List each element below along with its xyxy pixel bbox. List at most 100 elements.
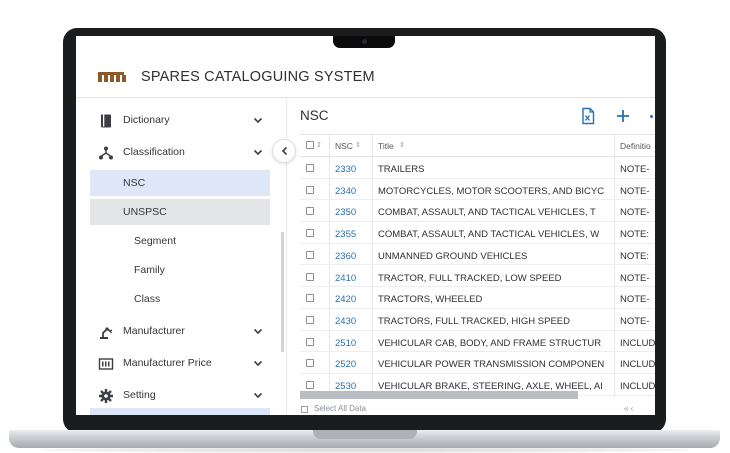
row-checkbox[interactable] xyxy=(306,229,314,238)
app-window: SPARES CATALOGUING SYSTEM Dictionary Cla… xyxy=(76,36,655,415)
row-checkbox[interactable] xyxy=(306,164,314,172)
table-row[interactable]: 2360 UNMANNED GROUND VEHICLES NOTE: xyxy=(300,244,655,266)
chevron-left-icon xyxy=(281,146,288,156)
sidebar-item-dictionary[interactable]: Dictionary xyxy=(90,108,270,134)
nsc-definition: NOTE- xyxy=(620,294,650,306)
nsc-title: COMBAT, ASSAULT, AND TACTICAL VEHICLES, … xyxy=(378,207,596,219)
chevron-down-icon xyxy=(253,328,263,335)
more-options-icon[interactable] xyxy=(650,115,653,118)
row-checkbox[interactable] xyxy=(306,272,314,281)
chevron-down-icon xyxy=(253,360,263,367)
sort-icon[interactable]: ⇕ xyxy=(399,141,405,149)
table-row[interactable]: 2520 VEHICULAR POWER TRANSMISSION COMPONE… xyxy=(300,352,655,374)
nsc-title: VEHICULAR CAB, BODY, AND FRAME STRUCTUR xyxy=(378,337,602,349)
nsc-code-link[interactable]: 2340 xyxy=(335,186,356,197)
nsc-title: TRAILERS xyxy=(378,164,425,175)
nsc-code-link[interactable]: 2520 xyxy=(335,359,356,370)
nsc-definition: INCLUD xyxy=(620,337,655,349)
nsc-title: COMBAT, ASSAULT, AND TACTICAL VEHICLES, … xyxy=(378,229,600,241)
row-checkbox[interactable] xyxy=(306,337,314,346)
nsc-definition: NOTE: xyxy=(620,250,650,262)
nsc-code-link[interactable]: 2420 xyxy=(335,294,356,305)
nsc-code-link[interactable]: 2330 xyxy=(335,164,356,175)
row-checkbox[interactable] xyxy=(306,207,314,216)
nsc-title: TRACTORS, WHEELED xyxy=(378,294,483,306)
sidebar-item-manufacturer[interactable]: Manufacturer xyxy=(90,319,270,345)
laptop-base-notch xyxy=(313,430,417,439)
app-title: SPARES CATALOGUING SYSTEM xyxy=(141,69,375,85)
sidebar-item-label: Classification xyxy=(123,146,185,158)
nsc-definition: NOTE: xyxy=(620,229,650,241)
row-checkbox[interactable] xyxy=(306,381,314,389)
brand-logo xyxy=(98,72,126,82)
table-row[interactable]: 2355 COMBAT, ASSAULT, AND TACTICAL VEHICL… xyxy=(300,222,655,244)
row-checkbox[interactable] xyxy=(306,250,314,259)
horizontal-scrollbar[interactable] xyxy=(300,391,578,399)
row-checkbox[interactable] xyxy=(306,315,314,324)
sidebar-subitem-nsc[interactable]: NSC xyxy=(90,170,270,196)
chevron-down-icon xyxy=(253,392,263,399)
chevron-down-icon xyxy=(253,149,263,156)
nsc-title: UNMANNED GROUND VEHICLES xyxy=(378,250,528,262)
table-row[interactable]: 2420 TRACTORS, WHEELED NOTE- xyxy=(300,287,655,309)
table-row[interactable]: 2410 TRACTOR, FULL TRACKED, LOW SPEED NOTE… xyxy=(300,266,655,288)
nsc-definition: NOTE- xyxy=(620,272,650,284)
nsc-definition: NOTE- xyxy=(620,315,650,327)
table-row[interactable]: 2330 TRAILERS NOTE- xyxy=(300,157,655,179)
nsc-title: MOTORCYCLES, MOTOR SCOOTERS, AND BICYC xyxy=(378,185,605,197)
select-all-checkbox[interactable] xyxy=(306,141,314,149)
nsc-definition: INCLUD xyxy=(620,359,655,371)
table-row[interactable]: 2340 MOTORCYCLES, MOTOR SCOOTERS, AND BIC… xyxy=(300,179,655,201)
nsc-code-link[interactable]: 2350 xyxy=(335,207,356,218)
nsc-title: VEHICULAR POWER TRANSMISSION COMPONEN xyxy=(378,359,605,371)
nsc-definition: NOTE- xyxy=(620,185,650,197)
excel-export-icon[interactable] xyxy=(579,107,597,125)
price-table-icon xyxy=(98,358,114,370)
sidebar-subitem-unspsc[interactable]: UNSPSC xyxy=(90,199,270,225)
nsc-code-link[interactable]: 2430 xyxy=(335,316,356,327)
sidebar-scrollbar[interactable] xyxy=(281,232,284,352)
sidebar-subitem-label: NSC xyxy=(123,177,146,189)
sort-icon[interactable]: ⇕ xyxy=(316,141,322,149)
nsc-code-link[interactable]: 2510 xyxy=(335,338,356,349)
sidebar-item-setting[interactable]: Setting xyxy=(90,383,270,409)
nsc-definition: NOTE- xyxy=(620,164,650,175)
sidebar-item-manufacturer-price[interactable]: Manufacturer Price xyxy=(90,351,270,377)
column-header-title[interactable]: Title xyxy=(378,141,394,151)
row-checkbox[interactable] xyxy=(306,359,314,368)
nsc-definition: NOTE- xyxy=(620,207,650,219)
sort-icon[interactable]: ⇕ xyxy=(355,141,361,149)
app-header: SPARES CATALOGUING SYSTEM xyxy=(76,56,655,98)
sidebar-subitem-label: UNSPSC xyxy=(123,206,167,218)
column-header-nsc[interactable]: NSC xyxy=(335,141,353,151)
nsc-title: TRACTORS, FULL TRACKED, HIGH SPEED xyxy=(378,315,570,327)
robot-arm-icon xyxy=(100,327,113,339)
plus-icon[interactable] xyxy=(614,107,632,125)
sidebar-leaf-segment[interactable]: Segment xyxy=(134,235,176,247)
collapse-sidebar-button[interactable] xyxy=(272,139,296,163)
select-all-data-checkbox[interactable] xyxy=(301,406,308,413)
sidebar-leaf-family[interactable]: Family xyxy=(134,264,165,276)
nsc-code-link[interactable]: 2360 xyxy=(335,251,356,262)
table-row[interactable]: 2350 COMBAT, ASSAULT, AND TACTICAL VEHICL… xyxy=(300,200,655,223)
nsc-table: ⇕ NSC ⇕ Title ⇕ Definitio 2330 TRAILERS NO… xyxy=(300,134,655,397)
table-row[interactable]: 2430 TRACTORS, FULL TRACKED, HIGH SPEED NO… xyxy=(300,309,655,331)
camera-icon xyxy=(362,39,367,44)
nsc-code-link[interactable]: 2355 xyxy=(335,229,356,240)
sidebar-bottom-highlight xyxy=(90,408,270,415)
table-row[interactable]: 2510 VEHICULAR CAB, BODY, AND FRAME STRUC… xyxy=(300,331,655,353)
book-icon xyxy=(101,114,111,128)
pagination-arrows[interactable]: « ‹ xyxy=(624,404,633,413)
sidebar-item-label: Manufacturer xyxy=(123,325,185,337)
sidebar-item-classification[interactable]: Classification xyxy=(90,140,270,166)
page-title: NSC xyxy=(300,108,329,123)
nsc-title: TRACTOR, FULL TRACKED, LOW SPEED xyxy=(378,272,562,284)
column-header-definition[interactable]: Definitio xyxy=(620,141,651,151)
row-checkbox[interactable] xyxy=(306,185,314,194)
nsc-code-link[interactable]: 2410 xyxy=(335,273,356,284)
sidebar-item-label: Dictionary xyxy=(123,114,170,126)
nsc-definition: INCLUD xyxy=(620,381,655,392)
sidebar-leaf-class[interactable]: Class xyxy=(134,293,160,305)
hierarchy-icon xyxy=(99,146,113,160)
row-checkbox[interactable] xyxy=(306,294,314,303)
